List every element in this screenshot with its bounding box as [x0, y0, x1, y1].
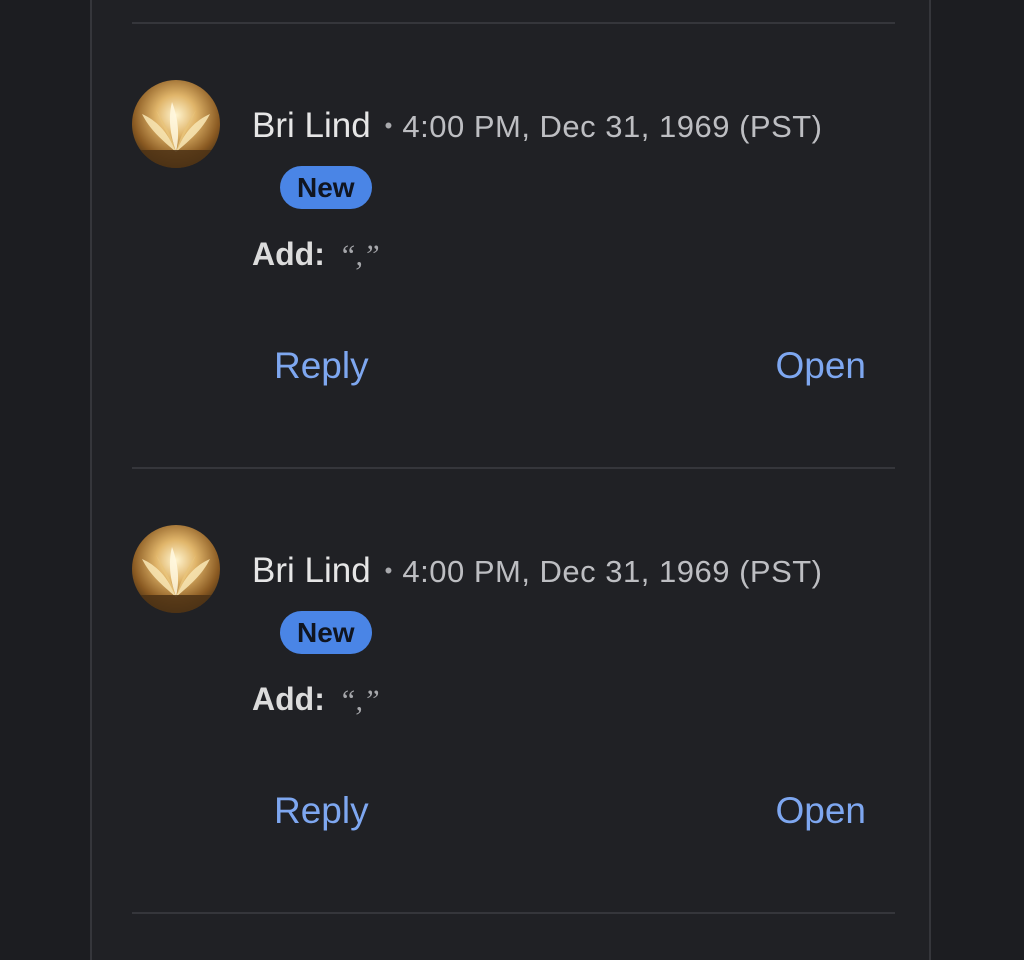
comment-item: Bri Lind • 4:00 PM, Dec 31, 1969 (PST) New… — [132, 24, 895, 467]
comment-header: Bri Lind • 4:00 PM, Dec 31, 1969 (PST) — [252, 102, 823, 157]
added-text: “,” — [338, 239, 380, 272]
comments-panel: Bri Lind • 4:00 PM, Dec 31, 1969 (PST) New… — [90, 0, 931, 960]
timestamp: 4:00 PM, Dec 31, 1969 (PST) — [402, 554, 823, 589]
new-badge: New — [280, 611, 372, 654]
comment-item: Bri Lind • 4:00 PM, Dec 31, 1969 (PST) New… — [132, 469, 895, 912]
comment-body: Add: “,” — [252, 677, 380, 728]
timestamp: 4:00 PM, Dec 31, 1969 (PST) — [402, 109, 823, 144]
avatar-image — [132, 80, 220, 168]
avatar-image — [132, 525, 220, 613]
reply-button[interactable]: Reply — [274, 787, 369, 835]
separator-dot: • — [384, 558, 393, 583]
new-badge: New — [280, 166, 372, 209]
separator-dot: • — [384, 113, 393, 138]
open-button[interactable]: Open — [775, 342, 866, 390]
divider — [132, 912, 895, 914]
author-name[interactable]: Bri Lind — [252, 551, 371, 590]
comment-body: Add: “,” — [252, 232, 380, 283]
added-text: “,” — [338, 684, 380, 717]
open-button[interactable]: Open — [775, 787, 866, 835]
comment-header: Bri Lind • 4:00 PM, Dec 31, 1969 (PST) — [252, 547, 823, 602]
avatar[interactable] — [132, 80, 220, 168]
author-name[interactable]: Bri Lind — [252, 106, 371, 145]
reply-button[interactable]: Reply — [274, 342, 369, 390]
add-label: Add: — [252, 236, 325, 272]
avatar[interactable] — [132, 525, 220, 613]
add-label: Add: — [252, 681, 325, 717]
